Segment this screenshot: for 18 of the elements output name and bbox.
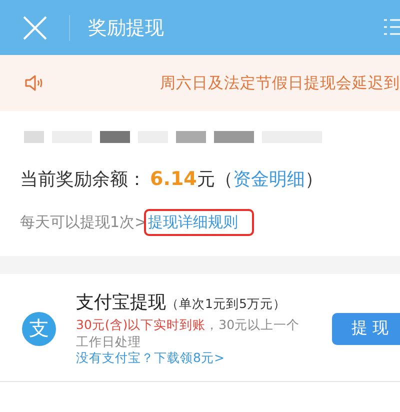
download-link[interactable]: 没有支付宝？下载领8元> [76, 350, 308, 367]
balance-amount: 6.14 [150, 168, 197, 190]
notice-text: 周六日及法定节假日提现会延迟到 [160, 72, 400, 94]
close-paren: ） [304, 168, 323, 191]
close-icon [22, 14, 48, 40]
method-name: 支付宝提现 [76, 291, 166, 314]
fund-details-link[interactable]: 资金明细 [232, 167, 305, 191]
speaker-icon [24, 73, 44, 93]
close-button[interactable] [22, 14, 48, 40]
balance-label: 当前奖励余额： [20, 168, 146, 191]
withdraw-button[interactable]: 提 现 [332, 312, 400, 344]
page-title: 奖励提现 [88, 16, 164, 40]
payment-logo: 支 [22, 312, 56, 346]
withdraw-rules-link[interactable]: 提现详细规则 [144, 209, 254, 236]
currency-unit: 元 [196, 168, 215, 191]
open-paren: （ [214, 168, 233, 191]
amount-range: （单次1元到5万元） [166, 296, 286, 313]
arrival-note: 30元(含)以下实时到账，30元以上一个工作日处理 [76, 316, 301, 350]
